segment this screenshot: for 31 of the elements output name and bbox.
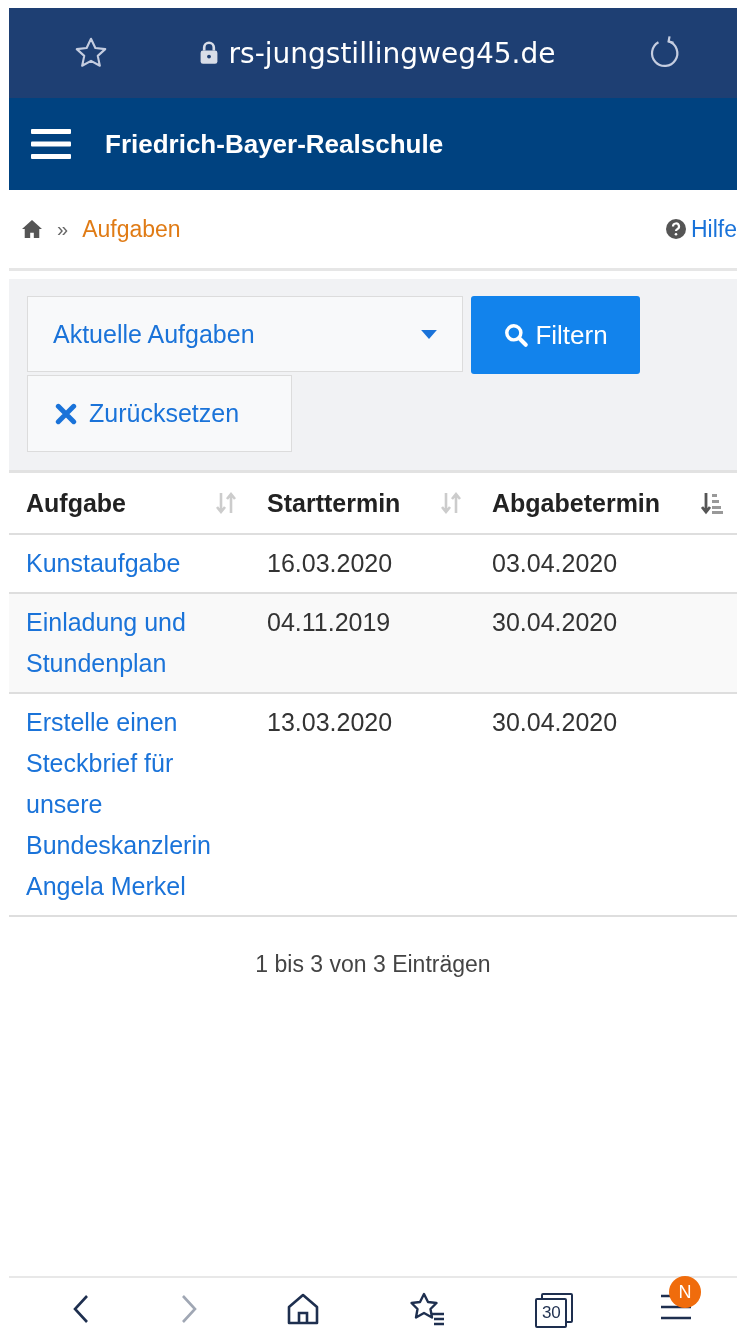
table-cell: 03.04.2020	[492, 549, 618, 577]
column-header[interactable]: Starttermin	[267, 488, 401, 518]
help-icon	[666, 219, 686, 239]
site-title[interactable]: Friedrich-Bayer-Realschule	[105, 128, 444, 160]
help-link[interactable]: Hilfe	[666, 215, 737, 243]
filter-button[interactable]: Filtern	[471, 296, 640, 374]
lock-icon	[198, 41, 219, 65]
back-icon[interactable]	[71, 1294, 91, 1324]
table-cell: 13.03.2020	[267, 708, 393, 736]
close-icon	[55, 402, 77, 425]
column-header[interactable]: Abgabetermin	[492, 488, 661, 518]
home-icon[interactable]	[286, 1292, 321, 1326]
search-icon	[503, 322, 530, 348]
home-icon[interactable]	[21, 219, 43, 239]
menu-icon[interactable]	[31, 129, 71, 159]
table-info: 1 bis 3 von 3 Einträgen	[255, 951, 491, 977]
url-text[interactable]: rs-jungstillingweg45.de	[228, 36, 556, 70]
dropdown-caret-icon	[421, 329, 437, 339]
breadcrumb-separator: »	[57, 217, 69, 241]
table-cell: 30.04.2020	[492, 708, 618, 736]
breadcrumb-link[interactable]: Aufgaben	[82, 215, 181, 243]
table-cell: 04.11.2019	[267, 608, 391, 636]
sort-descending-icon[interactable]	[701, 491, 723, 515]
reset-button[interactable]: Zurücksetzen	[27, 375, 292, 452]
task-link[interactable]: Erstelle einen Steckbrief für unsere Bundeskanzlerin Angela Merkel	[26, 702, 236, 907]
column-header[interactable]: Aufgabe	[26, 488, 126, 518]
task-select[interactable]: Aktuelle Aufgaben	[27, 296, 463, 372]
table-cell: 30.04.2020	[492, 608, 618, 636]
table-cell: 16.03.2020	[267, 549, 393, 577]
notification-badge: N	[668, 1276, 701, 1308]
task-link[interactable]: Kunstaufgabe	[26, 543, 236, 584]
